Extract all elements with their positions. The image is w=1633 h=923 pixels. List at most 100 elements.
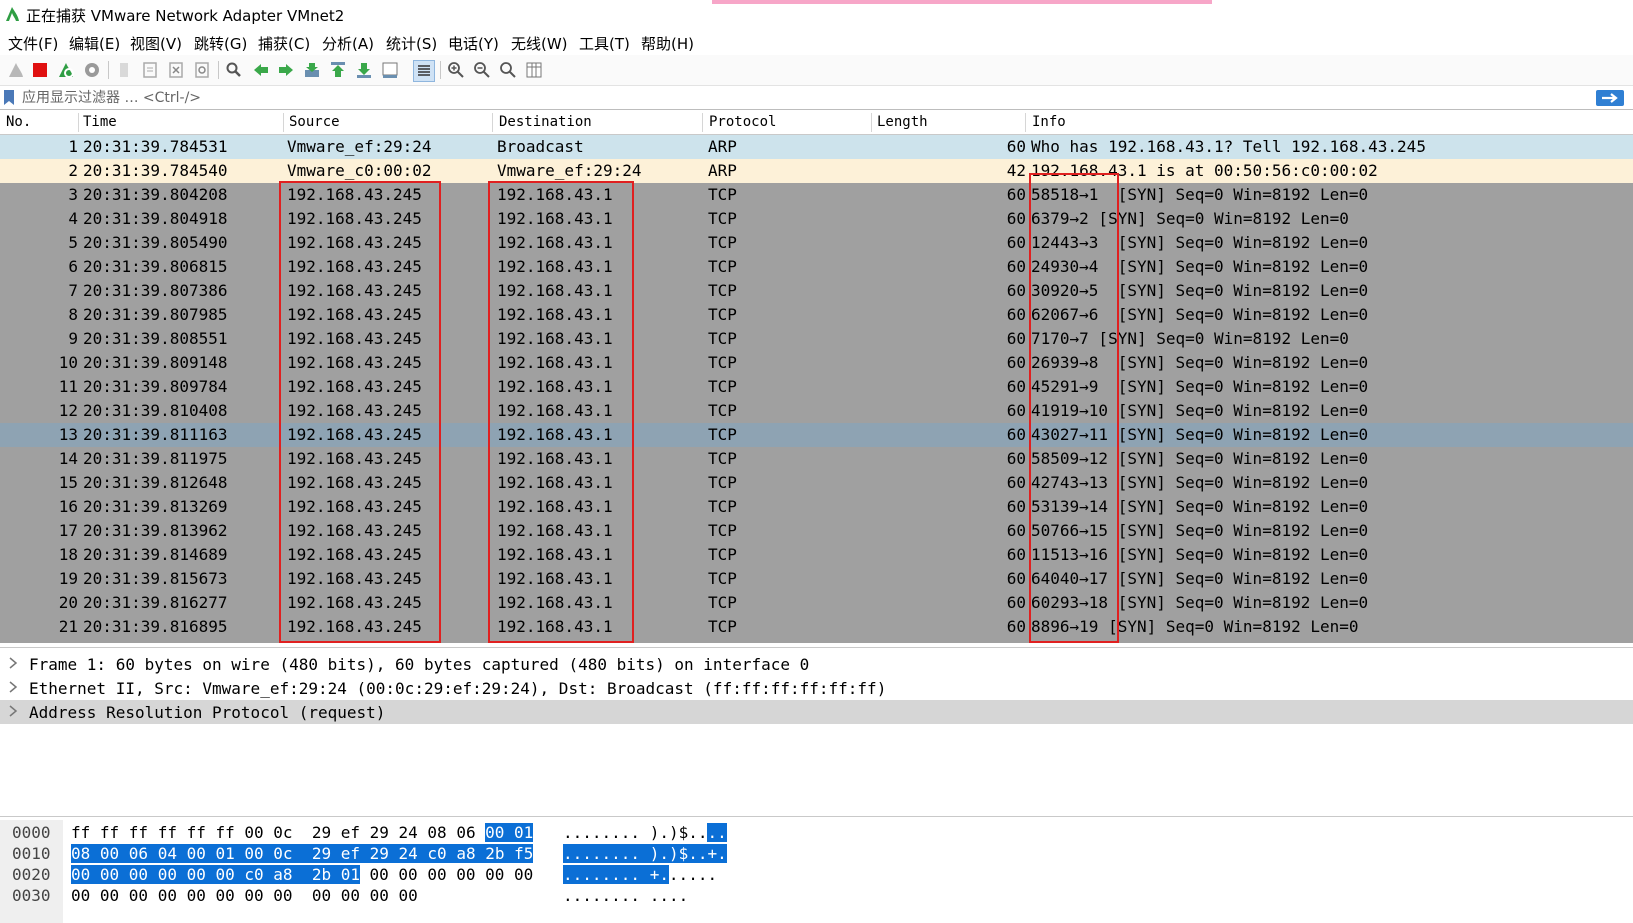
zoom-normal-icon[interactable] <box>498 60 518 80</box>
zoom-in-icon[interactable] <box>446 60 466 80</box>
packet-row[interactable]: 20 20:31:39.816277 192.168.43.245 192.168.4… <box>0 591 1633 615</box>
goto-packet-icon[interactable] <box>302 60 322 80</box>
packet-row[interactable]: 17 20:31:39.813962 192.168.43.245 192.168.4… <box>0 519 1633 543</box>
ascii-text-rest: ..... <box>668 865 718 884</box>
zoom-out-icon[interactable] <box>472 60 492 80</box>
hex-line[interactable]: 0010 08 00 06 04 00 01 00 0c 29 ef 29 24 … <box>0 843 1633 865</box>
packet-row[interactable]: 19 20:31:39.815673 192.168.43.245 192.168.4… <box>0 567 1633 591</box>
apply-filter-arrow-icon[interactable] <box>1596 90 1624 106</box>
ascii-text-selected: .. <box>707 823 727 842</box>
cell-length: 60 <box>1006 353 1026 372</box>
packet-row[interactable]: 16 20:31:39.813269 192.168.43.245 192.168.4… <box>0 495 1633 519</box>
hex-line[interactable]: 0000 ff ff ff ff ff ff 00 0c 29 ef 29 24 … <box>0 822 1633 844</box>
hex-offset: 0020 <box>12 865 51 884</box>
packet-row[interactable]: 14 20:31:39.811975 192.168.43.245 192.168.4… <box>0 447 1633 471</box>
menu-statistics[interactable]: 统计(S) <box>386 33 437 54</box>
packet-row[interactable]: 2 20:31:39.784540 Vmware_c0:00:02 Vmware_ef… <box>0 159 1633 183</box>
packet-row[interactable]: 4 20:31:39.804918 192.168.43.245 192.168.43… <box>0 207 1633 231</box>
chevron-right-icon[interactable] <box>8 680 18 694</box>
packet-row[interactable]: 15 20:31:39.812648 192.168.43.245 192.168.4… <box>0 471 1633 495</box>
hex-offset: 0010 <box>12 844 51 863</box>
packet-row[interactable]: 12 20:31:39.810408 192.168.43.245 192.168.4… <box>0 399 1633 423</box>
col-protocol[interactable]: Protocol <box>709 114 776 130</box>
hex-bytes-selected: 00 00 00 00 00 00 c0 a8 2b 01 <box>71 865 360 884</box>
cell-no: 1 <box>68 137 78 156</box>
cell-protocol: TCP <box>708 497 737 516</box>
open-file-icon[interactable] <box>114 60 134 80</box>
cell-length: 60 <box>1006 233 1026 252</box>
packet-list-header: No. Time Source Destination Protocol Len… <box>0 111 1633 135</box>
menu-capture[interactable]: 捕获(C) <box>258 33 310 54</box>
packet-row[interactable]: 7 20:31:39.807386 192.168.43.245 192.168.43… <box>0 279 1633 303</box>
reload-icon[interactable] <box>192 60 212 80</box>
cell-time: 20:31:39.784540 <box>83 161 228 180</box>
packet-row[interactable]: 11 20:31:39.809784 192.168.43.245 192.168.4… <box>0 375 1633 399</box>
restart-icon[interactable] <box>56 60 76 80</box>
packet-row[interactable]: 10 20:31:39.809148 192.168.43.245 192.168.4… <box>0 351 1633 375</box>
packet-row[interactable]: 18 20:31:39.814689 192.168.43.245 192.168.4… <box>0 543 1633 567</box>
packet-bytes-pane: 0000 ff ff ff ff ff ff 00 0c 29 ef 29 24 … <box>0 820 1633 923</box>
ascii-text-selected: ........ +. <box>563 865 669 884</box>
forward-arrow-icon[interactable] <box>276 60 296 80</box>
hex-bytes-selected: 00 01 <box>485 823 534 842</box>
cell-time: 20:31:39.816895 <box>83 617 228 636</box>
packet-row[interactable]: 6 20:31:39.806815 192.168.43.245 192.168.43… <box>0 255 1633 279</box>
detail-tree-item[interactable]: Address Resolution Protocol (request) <box>0 700 1633 724</box>
cell-protocol: TCP <box>708 305 737 324</box>
cell-source: Vmware_ef:29:24 <box>287 137 432 156</box>
menu-help[interactable]: 帮助(H) <box>641 33 694 54</box>
packet-row[interactable]: 5 20:31:39.805490 192.168.43.245 192.168.43… <box>0 231 1633 255</box>
col-no[interactable]: No. <box>6 114 31 130</box>
cell-no: 20 <box>58 593 78 612</box>
save-file-icon[interactable] <box>140 60 160 80</box>
last-packet-icon[interactable] <box>354 60 374 80</box>
back-arrow-icon[interactable] <box>251 60 271 80</box>
packet-row[interactable]: 3 20:31:39.804208 192.168.43.245 192.168.43… <box>0 183 1633 207</box>
cell-protocol: TCP <box>708 425 737 444</box>
colorize-icon[interactable] <box>413 60 435 82</box>
menu-telephony[interactable]: 电话(Y) <box>448 33 499 54</box>
hex-line[interactable]: 0030 00 00 00 00 00 00 00 00 00 00 00 00.… <box>0 885 1633 907</box>
cell-info: Who has 192.168.43.1? Tell 192.168.43.24… <box>1031 137 1426 156</box>
col-destination[interactable]: Destination <box>499 114 592 130</box>
menu-view[interactable]: 视图(V) <box>130 33 182 54</box>
bookmark-icon[interactable] <box>4 90 14 105</box>
col-source[interactable]: Source <box>289 114 340 130</box>
chevron-right-icon[interactable] <box>8 704 18 718</box>
menu-tools[interactable]: 工具(T) <box>579 33 630 54</box>
menu-edit[interactable]: 编辑(E) <box>69 33 120 54</box>
packet-row[interactable]: 1 20:31:39.784531 Vmware_ef:29:24 Broadcast… <box>0 135 1633 159</box>
menu-analyze[interactable]: 分析(A) <box>322 33 374 54</box>
menu-go[interactable]: 跳转(G) <box>194 33 247 54</box>
col-info[interactable]: Info <box>1032 114 1066 130</box>
cell-time: 20:31:39.806815 <box>83 257 228 276</box>
menu-file[interactable]: 文件(F) <box>8 33 58 54</box>
resize-columns-icon[interactable] <box>524 60 544 80</box>
packet-row[interactable]: 13 20:31:39.811163 192.168.43.245 192.168.4… <box>0 423 1633 447</box>
destination-highlight-box <box>488 181 634 643</box>
stop-icon[interactable] <box>30 60 50 80</box>
packet-row[interactable]: 21 20:31:39.816895 192.168.43.245 192.168.4… <box>0 615 1633 639</box>
cell-length: 60 <box>1006 473 1026 492</box>
shark-fin-start-icon[interactable] <box>6 60 26 80</box>
packet-row[interactable]: 9 20:31:39.808551 192.168.43.245 192.168.43… <box>0 327 1633 351</box>
hex-bytes: 00 00 00 00 00 00 00 00 00 00 00 00 <box>71 886 418 905</box>
options-gear-icon[interactable] <box>82 60 102 80</box>
col-time[interactable]: Time <box>83 114 117 130</box>
cell-length: 60 <box>1006 305 1026 324</box>
close-file-icon[interactable] <box>166 60 186 80</box>
autoscroll-icon[interactable] <box>380 60 400 80</box>
cell-no: 8 <box>68 305 78 324</box>
menu-wireless[interactable]: 无线(W) <box>511 33 568 54</box>
chevron-right-icon[interactable] <box>8 656 18 670</box>
hex-line[interactable]: 0020 00 00 00 00 00 00 c0 a8 2b 01 00 00 … <box>0 864 1633 886</box>
detail-tree-item[interactable]: Ethernet II, Src: Vmware_ef:29:24 (00:0c… <box>0 676 1633 700</box>
first-packet-icon[interactable] <box>328 60 348 80</box>
find-icon[interactable] <box>224 60 244 80</box>
col-length[interactable]: Length <box>877 114 928 130</box>
cell-length: 60 <box>1006 617 1026 636</box>
display-filter-input[interactable] <box>22 88 1582 108</box>
cell-protocol: TCP <box>708 593 737 612</box>
packet-row[interactable]: 8 20:31:39.807985 192.168.43.245 192.168.43… <box>0 303 1633 327</box>
detail-tree-item[interactable]: Frame 1: 60 bytes on wire (480 bits), 60… <box>0 652 1633 676</box>
